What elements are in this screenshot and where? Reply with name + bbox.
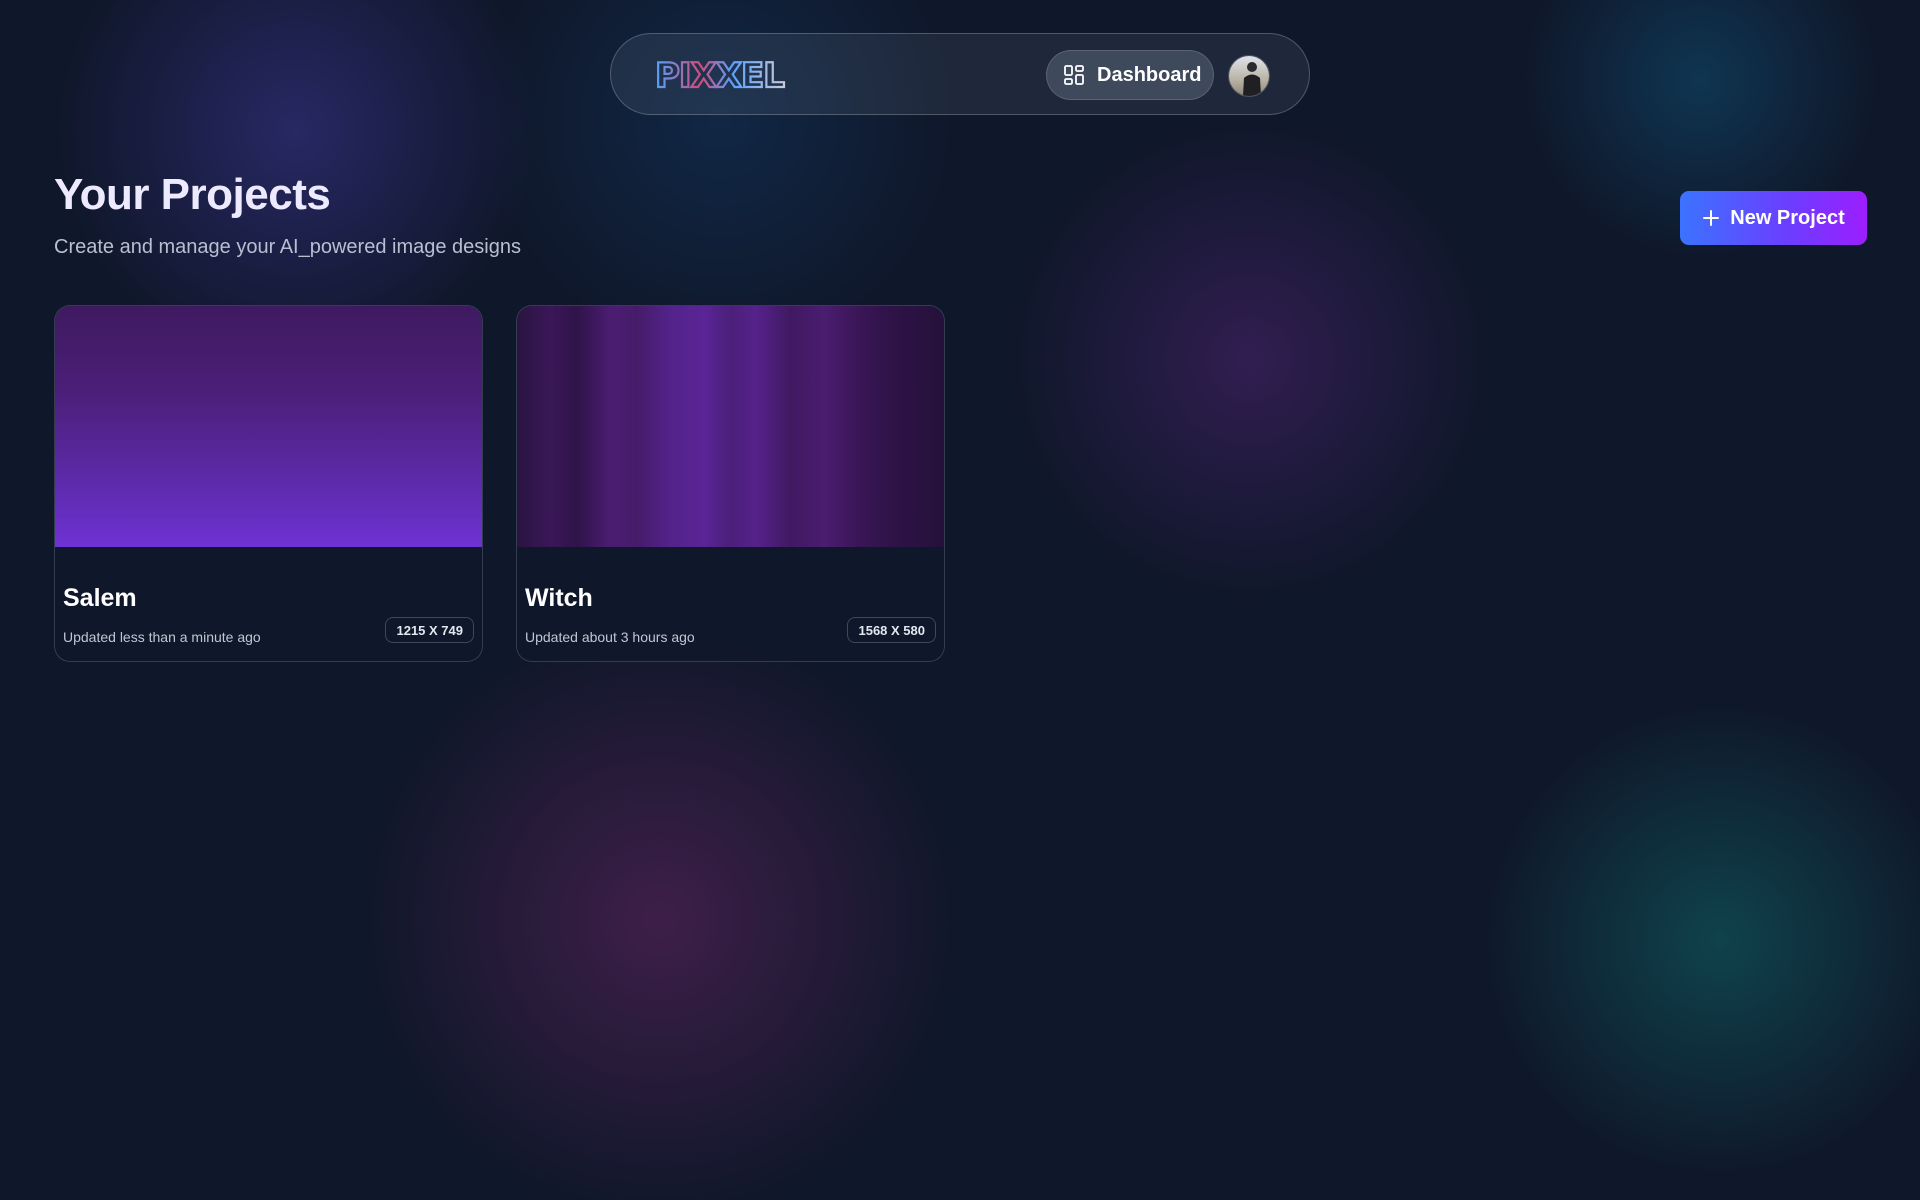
project-name: Salem <box>63 584 137 612</box>
project-thumbnail <box>55 306 482 547</box>
project-updated: Updated less than a minute ago <box>63 629 261 645</box>
dashboard-label: Dashboard <box>1097 63 1202 86</box>
project-updated: Updated about 3 hours ago <box>525 629 695 645</box>
layout-grid-icon <box>1063 64 1085 86</box>
new-project-button[interactable]: New Project <box>1680 191 1867 245</box>
new-project-label: New Project <box>1730 206 1845 229</box>
user-avatar[interactable] <box>1228 55 1270 97</box>
project-card-salem[interactable]: Salem Updated less than a minute ago 121… <box>54 305 483 662</box>
project-name: Witch <box>525 584 593 612</box>
dimensions-badge: 1215 X 749 <box>385 617 474 643</box>
pixxel-logo[interactable]: PIXXEL <box>653 54 793 97</box>
top-navbar: PIXXEL Dashboard <box>610 33 1310 115</box>
project-card-witch[interactable]: Witch Updated about 3 hours ago 1568 X 5… <box>516 305 945 662</box>
page-title: Your Projects <box>54 170 331 219</box>
plus-icon <box>1702 205 1720 231</box>
dimensions-badge: 1568 X 580 <box>847 617 936 643</box>
logo-text: PIXXEL <box>655 56 784 94</box>
dashboard-button[interactable]: Dashboard <box>1046 50 1214 100</box>
page-subtitle: Create and manage your AI_powered image … <box>54 236 521 258</box>
project-thumbnail <box>517 306 944 547</box>
